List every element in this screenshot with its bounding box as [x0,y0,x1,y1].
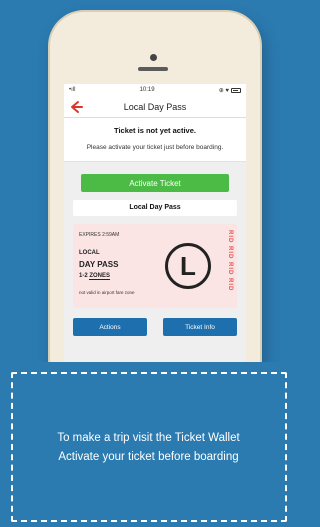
phone-frame: •ıll 10:19 ⊕ ♥ Local Day Pass Ticket is … [50,12,260,412]
local-badge-icon: L [165,243,211,289]
ticket-type-line2: DAY PASS [79,260,119,269]
camera-dot [150,54,157,61]
ticket-zones-word: ZONES [89,273,111,280]
caption-line-1: To make a trip visit the Ticket Wallet [57,432,240,444]
activate-ticket-button[interactable]: Activate Ticket [81,174,229,192]
ticket-zones-prefix: 1-2 [79,273,88,279]
caption-panel: To make a trip visit the Ticket Wallet A… [0,362,297,527]
status-time: 10:19 [139,87,155,93]
status-icon-glyphs: ⊕ ♥ [218,87,229,94]
notice-title: Ticket is not yet active. [114,126,196,135]
nav-bar: Local Day Pass [64,96,246,118]
speaker-grill [138,67,168,71]
activation-notice: Ticket is not yet active. Please activat… [64,118,246,162]
battery-icon [231,87,241,93]
phone-screen: •ıll 10:19 ⊕ ♥ Local Day Pass Ticket is … [64,84,246,384]
actions-button[interactable]: Actions [73,318,147,336]
back-arrow-icon[interactable] [68,99,84,115]
ticket-action-buttons: Actions Ticket Info [64,308,246,336]
caption-line-2: Activate your ticket before boarding [58,451,239,463]
ticket-zones: 1-2 ZONES [79,273,111,280]
notice-message: Please activate your ticket just before … [86,144,224,151]
status-bar: •ıll 10:19 ⊕ ♥ [64,84,246,96]
ticket-side-text: RID RID RID RID [227,230,233,292]
ticket-note: not valid in airport fare zone [79,290,135,295]
signal-indicator: •ıll [69,87,76,93]
status-icons: ⊕ ♥ [219,87,241,94]
ticket-type-line1: LOCAL [79,250,100,256]
pass-name-label: Local Day Pass [73,200,237,216]
dashed-border [11,372,287,522]
ticket-expires: EXPIRES 2:59AM [79,232,120,238]
page-title: Local Day Pass [123,101,187,112]
ticket-card: EXPIRES 2:59AM LOCAL DAY PASS 1-2 ZONES … [73,224,237,308]
ticket-info-button[interactable]: Ticket Info [163,318,237,336]
